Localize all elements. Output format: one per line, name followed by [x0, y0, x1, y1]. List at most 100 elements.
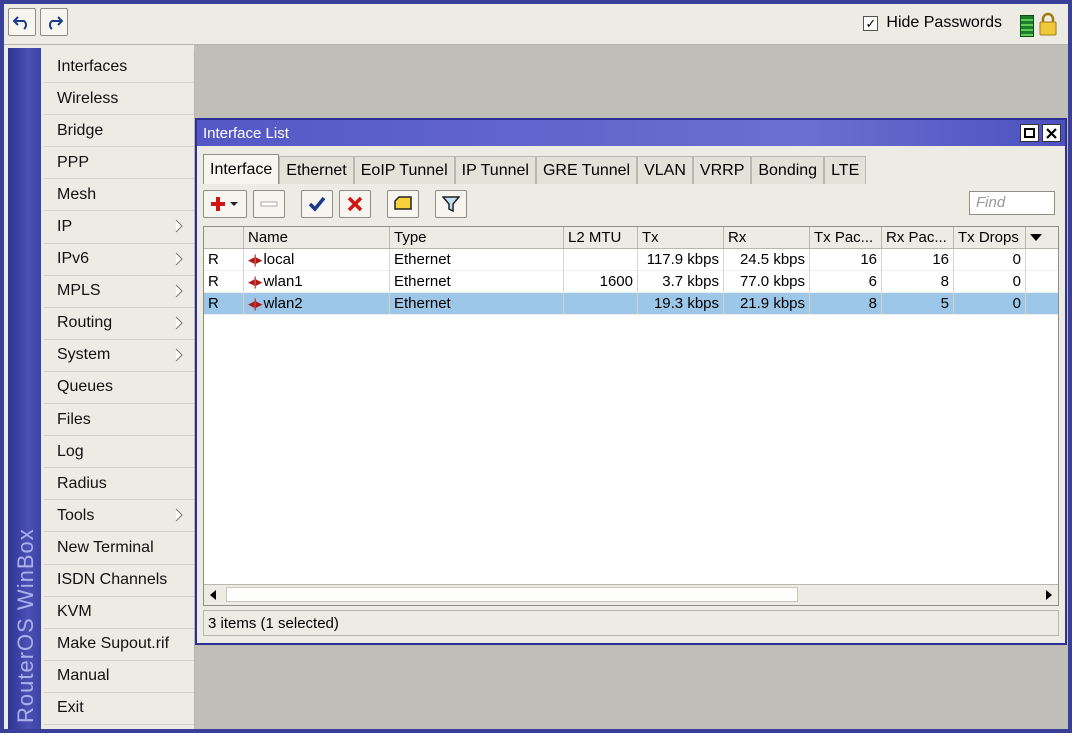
- tab-vrrp[interactable]: VRRP: [692, 156, 752, 184]
- tab-vlan[interactable]: VLAN: [637, 156, 693, 184]
- tab-gre-tunnel[interactable]: GRE Tunnel: [535, 156, 638, 184]
- find-input[interactable]: Find: [969, 191, 1055, 215]
- submenu-arrow-icon: [175, 508, 183, 522]
- menu-item-label: Tools: [57, 506, 95, 524]
- cell-tx: 19.3 kbps: [638, 293, 724, 315]
- column-header-rx-packets[interactable]: Rx Pac...: [882, 227, 954, 249]
- interface-name: wlan1: [263, 273, 303, 290]
- menu-item-ppp[interactable]: PPP: [44, 147, 194, 180]
- tab-bonding[interactable]: Bonding: [751, 156, 825, 184]
- tab-interface[interactable]: Interface: [203, 154, 280, 184]
- menu-item-isdn-channels[interactable]: ISDN Channels: [44, 565, 194, 597]
- cell-tx: 3.7 kbps: [638, 271, 724, 293]
- menu-item-label: Wireless: [57, 89, 119, 107]
- scroll-left-icon[interactable]: [208, 590, 218, 600]
- winbox-app: ✓ Hide Passwords Interfaces Wireless Bridg…: [4, 4, 1068, 729]
- cell-rx-packets: 16: [882, 249, 954, 271]
- remove-button[interactable]: [253, 190, 285, 218]
- interface-name: wlan2: [263, 295, 303, 312]
- menu-item-mpls[interactable]: MPLS: [44, 276, 194, 308]
- menu-item-mesh[interactable]: Mesh: [44, 179, 194, 212]
- submenu-arrow-icon: [175, 316, 183, 330]
- hide-passwords-label: Hide Passwords: [886, 14, 1002, 31]
- tab-lte[interactable]: LTE: [824, 156, 867, 184]
- cell-type: Ethernet: [390, 293, 564, 315]
- menu-item-exit[interactable]: Exit: [44, 693, 194, 725]
- cell-name: ◂|▸ wlan1: [244, 271, 390, 293]
- menu-item-label: Radius: [57, 474, 107, 492]
- redo-button[interactable]: [40, 8, 68, 36]
- cell-filler: [1026, 271, 1058, 293]
- column-header-name[interactable]: Name: [244, 227, 390, 249]
- cell-rx-packets: 8: [882, 271, 954, 293]
- column-header-flag[interactable]: [204, 227, 244, 249]
- interface-table: R ◂|▸ wlan2 Ethernet 19.3 kbps 21.9 kbps 8 5 0 R ◂…: [203, 226, 1059, 606]
- tab-ip-tunnel[interactable]: IP Tunnel: [454, 156, 536, 184]
- cell-tx-drops: 0: [954, 249, 1026, 271]
- horizontal-scrollbar[interactable]: [204, 584, 1058, 605]
- scroll-right-icon[interactable]: [1044, 590, 1054, 600]
- menu-item-new-terminal[interactable]: New Terminal: [44, 532, 194, 565]
- tab-eoip-tunnel[interactable]: EoIP Tunnel: [353, 156, 455, 184]
- cell-l2mtu: [564, 293, 638, 315]
- hide-passwords-toggle[interactable]: ✓ Hide Passwords: [863, 14, 1002, 32]
- list-toolbar: Find: [203, 188, 1059, 220]
- menu-item-wireless[interactable]: Wireless: [44, 83, 194, 116]
- cell-flag: R: [204, 249, 244, 271]
- menu-item-routing[interactable]: Routing: [44, 308, 194, 340]
- redo-icon: [49, 16, 63, 30]
- cell-tx-drops: 0: [954, 271, 1026, 293]
- menu-item-interfaces[interactable]: Interfaces: [44, 51, 194, 84]
- menu-item-system[interactable]: System: [44, 340, 194, 372]
- tab-ethernet[interactable]: Ethernet: [279, 156, 354, 184]
- menu-item-log[interactable]: Log: [44, 436, 194, 469]
- brand-logo-text: RouterOS WinBox: [13, 528, 38, 723]
- cell-name: ◂|▸ wlan2: [244, 293, 390, 315]
- menu-item-make-supout-rif[interactable]: Make Supout.rif: [44, 629, 194, 661]
- menu-item-label: Queues: [57, 378, 114, 396]
- disable-button[interactable]: [339, 190, 371, 218]
- window-title: Interface List: [203, 124, 289, 142]
- scrollbar-thumb[interactable]: [226, 587, 798, 602]
- add-button[interactable]: [203, 190, 247, 218]
- column-header-l2mtu[interactable]: L2 MTU: [564, 227, 638, 249]
- column-header-tx-packets[interactable]: Tx Pac...: [810, 227, 882, 249]
- status-bar: 3 items (1 selected): [203, 610, 1059, 636]
- undo-button[interactable]: [8, 8, 36, 36]
- menu-item-tools[interactable]: Tools: [44, 500, 194, 533]
- minus-icon: [260, 201, 278, 207]
- cell-tx-drops: 0: [954, 293, 1026, 315]
- maximize-button[interactable]: [1020, 124, 1039, 142]
- column-header-rx[interactable]: Rx: [724, 227, 810, 249]
- add-plus-icon: [211, 197, 238, 211]
- menu-item-kvm[interactable]: KVM: [44, 597, 194, 629]
- menu-item-label: KVM: [57, 603, 92, 621]
- submenu-arrow-icon: [175, 252, 183, 265]
- comment-button[interactable]: [387, 190, 419, 218]
- cell-rx: 21.9 kbps: [724, 293, 810, 315]
- menu-item-label: Manual: [57, 667, 110, 685]
- interface-icon: ◂|▸: [248, 251, 262, 267]
- table-row[interactable]: R ◂|▸ wlan2 Ethernet 19.3 kbps 21.9 kbps 8 5 0: [204, 293, 1058, 315]
- enable-button[interactable]: [301, 190, 333, 218]
- column-header-tx-drops[interactable]: Tx Drops: [954, 227, 1026, 249]
- hide-passwords-checkbox[interactable]: ✓: [863, 15, 879, 31]
- filter-button[interactable]: [435, 190, 467, 218]
- menu-item-bridge[interactable]: Bridge: [44, 115, 194, 148]
- table-row[interactable]: R ◂|▸ wlan1 Ethernet 1600 3.7 kbps 77.0 kbps 6 8…: [204, 271, 1058, 293]
- menu-item-manual[interactable]: Manual: [44, 661, 194, 693]
- table-row[interactable]: R ◂|▸ local Ethernet 117.9 kbps 24.5 kbps 16 16…: [204, 249, 1058, 271]
- menu-item-radius[interactable]: Radius: [44, 468, 194, 501]
- column-menu-button[interactable]: [1026, 227, 1058, 249]
- close-button[interactable]: [1042, 124, 1061, 142]
- dropdown-arrow-icon[interactable]: [1030, 233, 1042, 242]
- menu-item-label: Bridge: [57, 121, 104, 139]
- cell-l2mtu: [564, 249, 638, 271]
- column-header-tx[interactable]: Tx: [638, 227, 724, 249]
- menu-item-ip[interactable]: IP: [44, 211, 194, 244]
- menu-item-queues[interactable]: Queues: [44, 372, 194, 405]
- menu-item-files[interactable]: Files: [44, 404, 194, 437]
- column-header-type[interactable]: Type: [390, 227, 564, 249]
- window-titlebar[interactable]: Interface List: [197, 120, 1065, 146]
- menu-item-ipv6[interactable]: IPv6: [44, 244, 194, 276]
